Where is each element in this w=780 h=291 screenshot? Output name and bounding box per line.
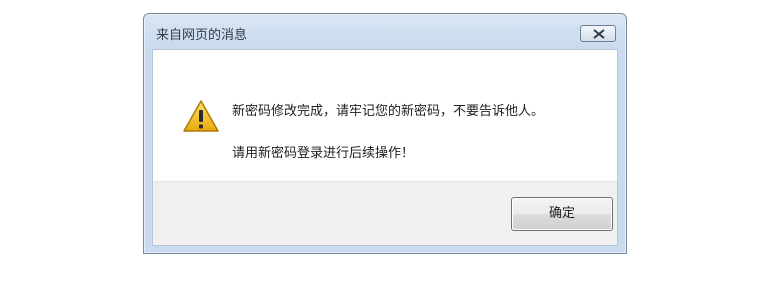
warning-icon	[183, 100, 219, 132]
message-area: 新密码修改完成，请牢记您的新密码，不要告诉他人。 请用新密码登录进行后续操作！	[153, 50, 617, 181]
dialog-body: 新密码修改完成，请牢记您的新密码，不要告诉他人。 请用新密码登录进行后续操作！ …	[152, 49, 618, 246]
button-bar: 确定	[153, 181, 617, 245]
close-x-icon	[593, 29, 605, 39]
dialog-title: 来自网页的消息	[156, 28, 248, 43]
message-line-2: 请用新密码登录进行后续操作！	[232, 146, 415, 161]
ok-button[interactable]: 确定	[511, 197, 613, 231]
message-line-1: 新密码修改完成，请牢记您的新密码，不要告诉他人。	[232, 104, 545, 119]
dialog-titlebar[interactable]: 来自网页的消息	[144, 14, 626, 48]
message-dialog: 来自网页的消息 新密码修改完成，请牢记您的新密码，不要告诉他人。 请用新密码登录…	[143, 13, 627, 254]
close-button[interactable]	[580, 25, 616, 42]
